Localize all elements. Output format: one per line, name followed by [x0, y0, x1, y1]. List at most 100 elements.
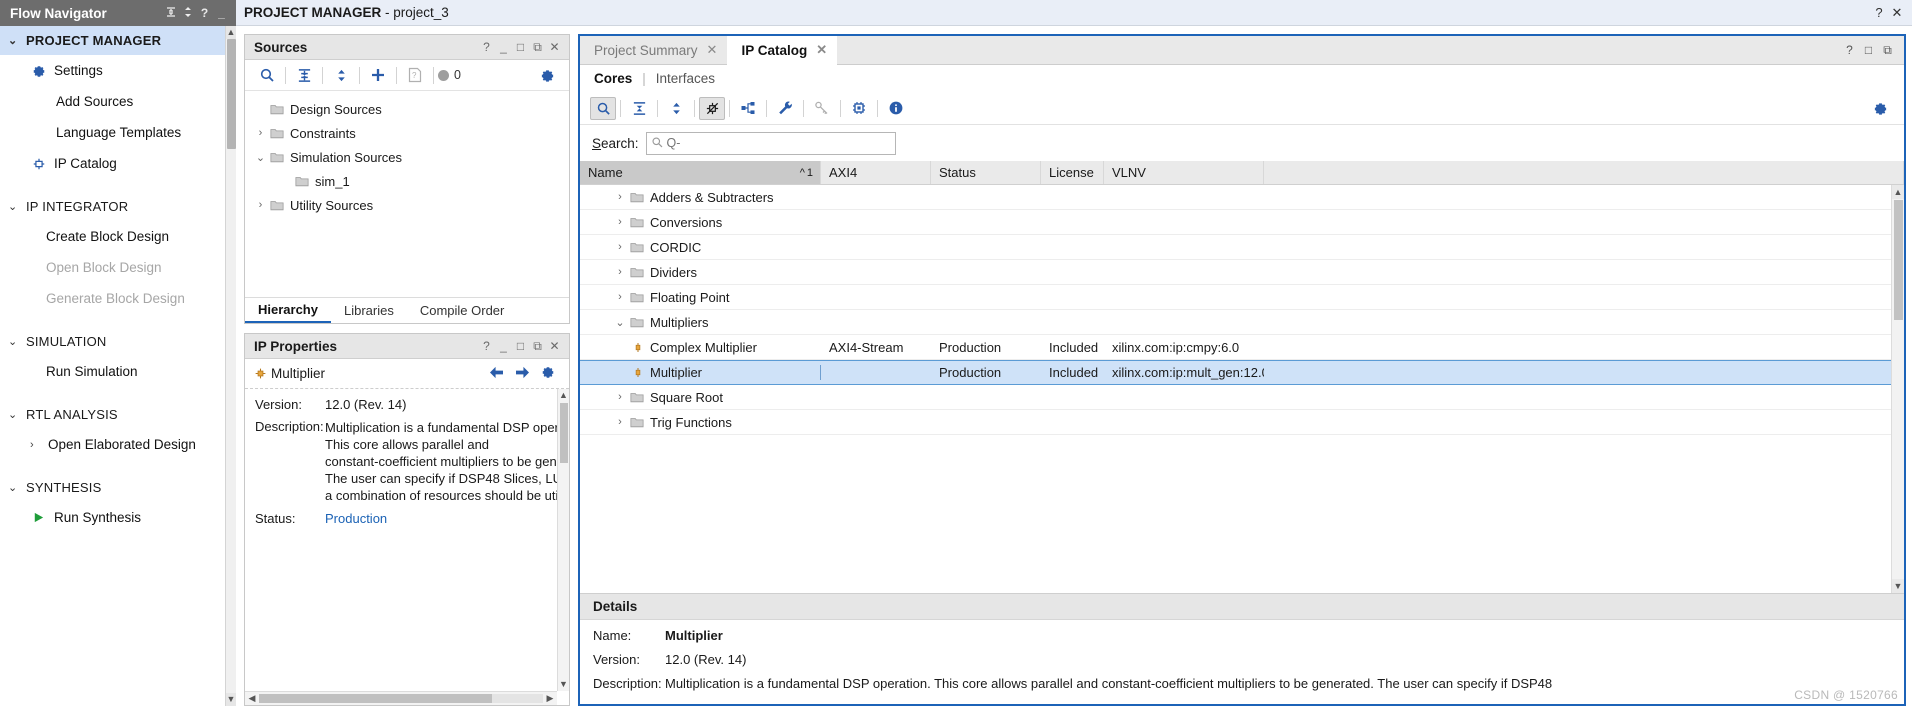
sidebar-item-create-block-design[interactable]: Create Block Design — [0, 221, 236, 252]
sidebar-item-run-synthesis[interactable]: Run Synthesis — [0, 502, 236, 533]
table-row[interactable]: › Square Root — [580, 385, 1904, 410]
tree-node-utility-sources[interactable]: › Utility Sources — [245, 193, 569, 217]
chevron-right-icon[interactable]: › — [610, 216, 630, 228]
expand-collapse-icon[interactable] — [179, 6, 196, 21]
tab-libraries[interactable]: Libraries — [331, 298, 407, 323]
table-row[interactable]: › CORDIC — [580, 235, 1904, 260]
column-header-license[interactable]: License — [1041, 161, 1104, 184]
scroll-up-icon[interactable]: ▲ — [1892, 185, 1904, 199]
close-icon[interactable]: ✕ — [1888, 5, 1906, 21]
sidebar-section-simulation[interactable]: ⌄ SIMULATION — [0, 327, 236, 356]
table-row[interactable]: › Conversions — [580, 210, 1904, 235]
close-icon[interactable]: ✕ — [816, 42, 827, 58]
scroll-right-icon[interactable]: ▶ — [543, 693, 557, 704]
gear-icon[interactable] — [1866, 96, 1894, 120]
maximize-icon[interactable]: □ — [512, 339, 529, 353]
expand-all-icon[interactable] — [327, 63, 355, 87]
chevron-right-icon[interactable]: › — [251, 199, 270, 211]
help-icon[interactable]: ? — [478, 40, 495, 54]
add-sources-icon[interactable] — [364, 63, 392, 87]
column-header-status[interactable]: Status — [931, 161, 1041, 184]
property-value[interactable]: Production — [325, 511, 559, 526]
close-icon[interactable]: ✕ — [546, 40, 563, 54]
tab-compile-order[interactable]: Compile Order — [407, 298, 518, 323]
minimize-icon[interactable]: _ — [495, 339, 512, 353]
search-icon[interactable] — [253, 63, 281, 87]
chevron-right-icon[interactable]: › — [610, 291, 630, 303]
ip-properties-vscrollbar[interactable]: ▲ ▼ — [557, 389, 569, 691]
chevron-right-icon[interactable]: › — [610, 266, 630, 278]
flow-navigator-scrollbar[interactable]: ▲ ▼ — [225, 26, 236, 706]
chevron-down-icon[interactable]: ⌄ — [610, 316, 630, 329]
settings-icon[interactable] — [535, 365, 561, 382]
scrollbar-thumb[interactable] — [1894, 200, 1903, 320]
chevron-right-icon[interactable]: › — [610, 391, 630, 403]
tab-ip-catalog[interactable]: IP Catalog ✕ — [727, 36, 838, 65]
float-icon[interactable]: ⧉ — [529, 40, 546, 55]
tab-project-summary[interactable]: Project Summary ✕ — [580, 36, 728, 65]
sidebar-item-add-sources[interactable]: Add Sources — [0, 86, 236, 117]
float-icon[interactable]: ⧉ — [529, 339, 546, 354]
column-header-axi4[interactable]: AXI4 — [821, 161, 931, 184]
catalog-scrollbar[interactable]: ▲ ▼ — [1891, 185, 1904, 593]
report-icon[interactable]: ? — [401, 63, 429, 87]
table-row[interactable]: › Adders & Subtracters — [580, 185, 1904, 210]
collapse-all-icon[interactable] — [162, 6, 179, 21]
float-icon[interactable]: ⧉ — [1878, 43, 1897, 58]
scroll-up-icon[interactable]: ▲ — [558, 389, 569, 402]
tree-node-design-sources[interactable]: Design Sources — [245, 97, 569, 121]
table-row[interactable]: › Floating Point — [580, 285, 1904, 310]
maximize-icon[interactable]: □ — [1859, 43, 1878, 57]
ip-properties-hscrollbar[interactable]: ◀ ▶ — [245, 691, 557, 705]
device-icon[interactable] — [845, 96, 873, 120]
gear-icon[interactable] — [533, 63, 561, 87]
sidebar-section-project-manager[interactable]: ⌄ PROJECT MANAGER — [0, 26, 236, 55]
chevron-right-icon[interactable]: › — [610, 191, 630, 203]
group-icon[interactable] — [734, 96, 762, 120]
sidebar-item-open-elaborated-design[interactable]: › Open Elaborated Design — [0, 429, 236, 460]
scrollbar-thumb[interactable] — [259, 694, 492, 703]
settings-wrench-icon[interactable] — [771, 96, 799, 120]
sidebar-item-ip-catalog[interactable]: IP Catalog — [0, 148, 236, 179]
table-row-selected[interactable]: Multiplier Production Included xilinx.co… — [580, 360, 1904, 385]
search-input[interactable] — [645, 131, 896, 155]
minimize-icon[interactable]: _ — [495, 40, 512, 54]
sidebar-section-synthesis[interactable]: ⌄ SYNTHESIS — [0, 473, 236, 502]
chevron-down-icon[interactable]: ⌄ — [251, 151, 270, 164]
collapse-all-icon[interactable] — [625, 96, 653, 120]
subtab-cores[interactable]: Cores — [594, 71, 632, 86]
column-header-vlnv[interactable]: VLNV — [1104, 161, 1264, 184]
tree-node-sim-1[interactable]: sim_1 — [245, 169, 569, 193]
sidebar-item-settings[interactable]: Settings — [0, 55, 236, 86]
help-icon[interactable]: ? — [196, 6, 213, 20]
sidebar-item-language-templates[interactable]: Language Templates — [0, 117, 236, 148]
subtab-interfaces[interactable]: Interfaces — [656, 71, 715, 86]
maximize-icon[interactable]: □ — [512, 40, 529, 54]
sidebar-item-run-simulation[interactable]: Run Simulation — [0, 356, 236, 387]
collapse-all-icon[interactable] — [290, 63, 318, 87]
chevron-right-icon[interactable]: › — [251, 127, 270, 139]
scroll-down-icon[interactable]: ▼ — [558, 678, 569, 691]
sidebar-section-ip-integrator[interactable]: ⌄ IP INTEGRATOR — [0, 192, 236, 221]
tree-node-constraints[interactable]: › Constraints — [245, 121, 569, 145]
scroll-down-icon[interactable]: ▼ — [1892, 579, 1904, 593]
column-header-name[interactable]: Name ^ 1 — [580, 161, 821, 184]
scrollbar-thumb[interactable] — [560, 403, 568, 463]
table-row[interactable]: › Dividers — [580, 260, 1904, 285]
table-row[interactable]: ⌄ Multipliers — [580, 310, 1904, 335]
sidebar-section-rtl-analysis[interactable]: ⌄ RTL ANALYSIS — [0, 400, 236, 429]
back-arrow-icon[interactable] — [483, 366, 509, 382]
table-row[interactable]: Complex Multiplier AXI4-Stream Productio… — [580, 335, 1904, 360]
scroll-left-icon[interactable]: ◀ — [245, 693, 259, 704]
forward-arrow-icon[interactable] — [509, 366, 535, 382]
chevron-right-icon[interactable]: › — [610, 416, 630, 428]
scrollbar-track[interactable] — [259, 694, 543, 703]
close-icon[interactable]: ✕ — [546, 339, 563, 353]
scroll-down-icon[interactable]: ▼ — [226, 693, 236, 706]
chevron-right-icon[interactable]: › — [610, 241, 630, 253]
help-icon[interactable]: ? — [1840, 43, 1859, 57]
help-icon[interactable]: ? — [478, 339, 495, 353]
license-key-icon[interactable] — [808, 96, 836, 120]
expand-all-icon[interactable] — [662, 96, 690, 120]
scroll-up-icon[interactable]: ▲ — [226, 26, 236, 39]
